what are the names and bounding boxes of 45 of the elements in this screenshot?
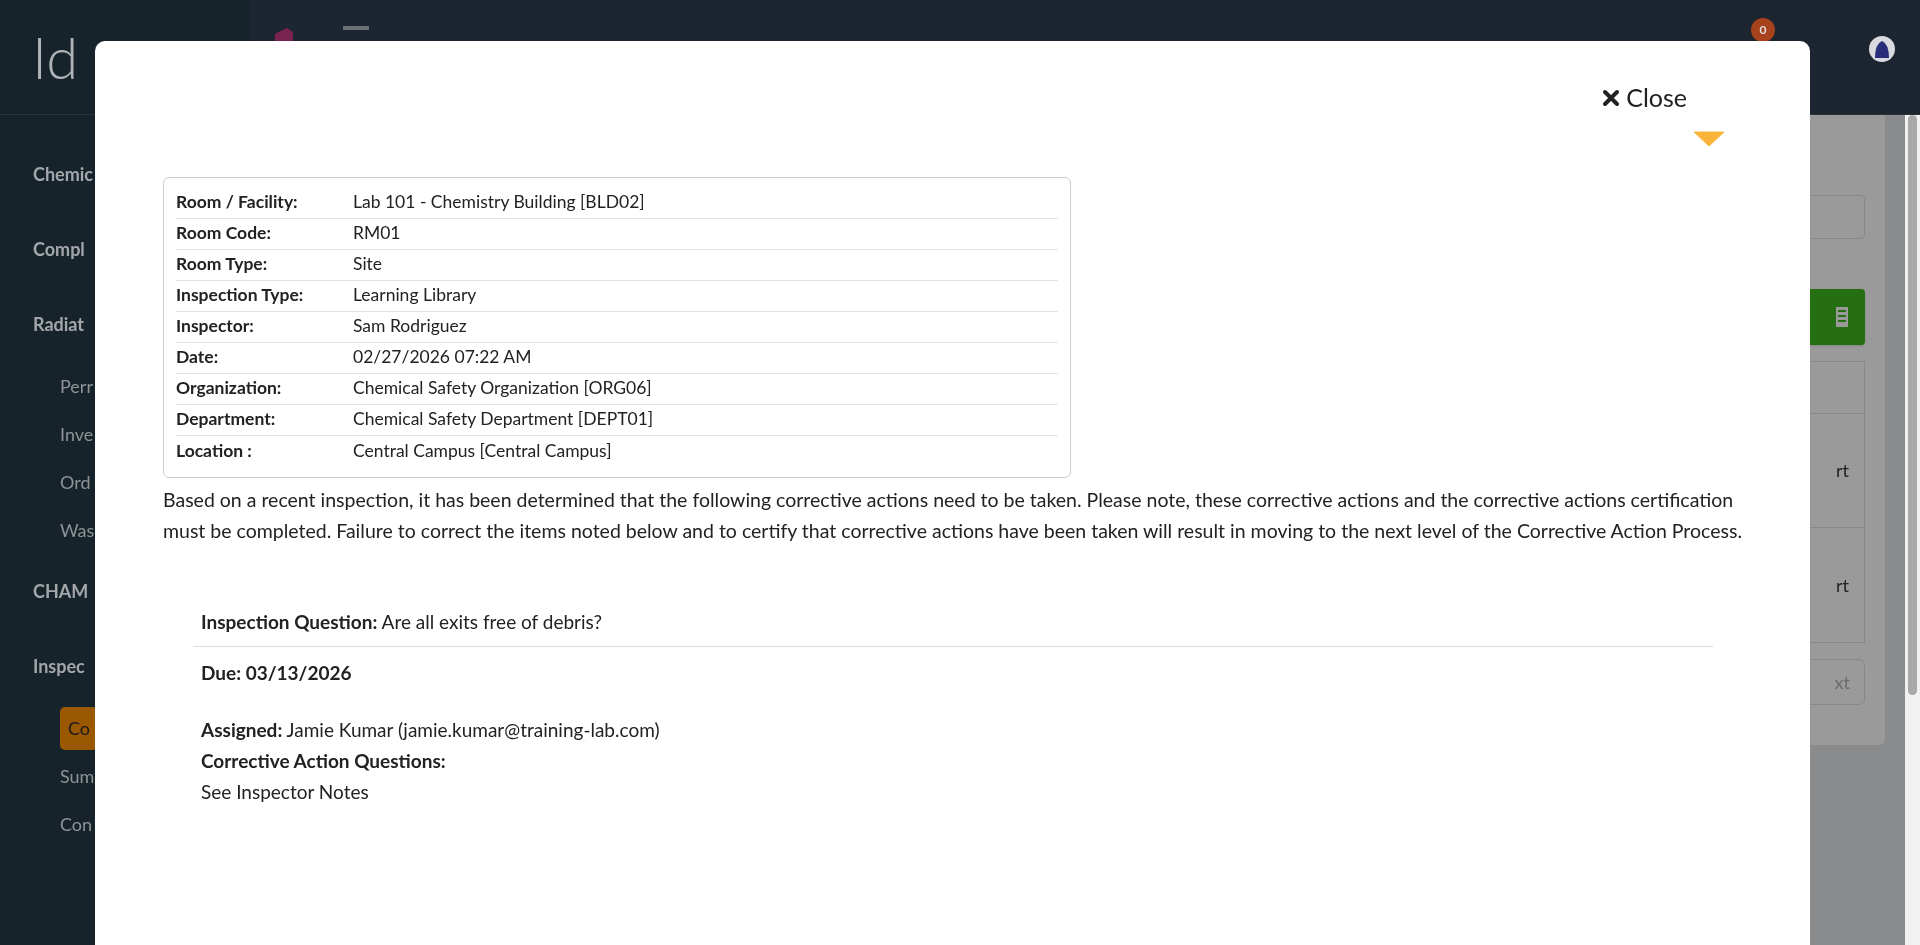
intro-paragraph: Based on a recent inspection, it has been determined that the following corrective actions need to be taken. Please note, these corrective actions and the corrective actions certification must be completed. Failure to correct the items noted below and to certify that corrective actions have been taken will result in moving to the next level of the Corrective Action Process. bbox=[163, 486, 1743, 544]
detail-value: Central Campus [Central Campus] bbox=[353, 438, 612, 463]
detail-value: Learning Library bbox=[353, 283, 477, 308]
detail-label: Inspector: bbox=[176, 314, 255, 339]
detail-label: Department: bbox=[176, 407, 277, 432]
scrollbar[interactable] bbox=[1905, 115, 1920, 945]
sidebar-item[interactable]: Was bbox=[60, 508, 95, 552]
due-date: Due: 03/13/2026 bbox=[201, 660, 353, 686]
table-cell-text: rt bbox=[1836, 458, 1849, 483]
detail-label: Room Code: bbox=[176, 221, 272, 246]
close-icon bbox=[1602, 88, 1621, 107]
assigned-text: Assigned: Jamie Kumar (jamie.kumar@training-lab.com) bbox=[201, 716, 661, 743]
sidebar-item[interactable]: Perr bbox=[60, 364, 93, 408]
detail-value: Sam Rodriguez bbox=[353, 314, 467, 339]
sidebar-section[interactable]: Compl bbox=[33, 236, 85, 263]
detail-value: Site bbox=[353, 252, 383, 277]
sidebar-item[interactable]: Con bbox=[60, 802, 93, 846]
close-button[interactable]: Close bbox=[1602, 79, 1687, 117]
detail-value: Chemical Safety Department [DEPT01] bbox=[353, 407, 654, 432]
detail-label: Location : bbox=[176, 438, 253, 463]
detail-label: Organization: bbox=[176, 376, 283, 401]
sidebar-section[interactable]: Chemic bbox=[33, 161, 93, 188]
detail-value: RM01 bbox=[353, 221, 401, 246]
caret-icon[interactable] bbox=[1693, 130, 1725, 147]
corrective-questions-text: See Inspector Notes bbox=[201, 778, 370, 805]
notification-badge: 0 bbox=[1751, 18, 1775, 42]
user-icon[interactable] bbox=[1869, 36, 1895, 62]
spreadsheet-icon bbox=[1835, 306, 1849, 328]
detail-value: Chemical Safety Organization [ORG06] bbox=[353, 376, 652, 401]
detail-value: Lab 101 - Chemistry Building [BLD02] bbox=[353, 190, 645, 215]
sidebar-section[interactable]: Radiat bbox=[33, 311, 85, 338]
sidebar-item[interactable]: Ord bbox=[60, 460, 91, 504]
table-cell-text: rt bbox=[1836, 572, 1849, 598]
corrective-questions-label: Corrective Action Questions: bbox=[201, 747, 447, 774]
detail-label: Room / Facility: bbox=[176, 190, 299, 215]
detail-label: Room Type: bbox=[176, 252, 269, 277]
sidebar-item[interactable]: Inve bbox=[60, 412, 94, 456]
detail-label: Date: bbox=[176, 345, 220, 370]
sidebar-section[interactable]: CHAM bbox=[33, 578, 89, 605]
detail-label: Inspection Type: bbox=[176, 283, 305, 308]
inspection-question: Inspection Question: Are all exits free of debris? bbox=[201, 609, 603, 633]
detail-value: 02/27/2026 07:22 AM bbox=[353, 345, 532, 370]
logo-text: Id bbox=[32, 22, 79, 91]
sidebar-section[interactable]: Inspec bbox=[33, 653, 85, 680]
sidebar-item[interactable]: Sum bbox=[60, 754, 95, 798]
